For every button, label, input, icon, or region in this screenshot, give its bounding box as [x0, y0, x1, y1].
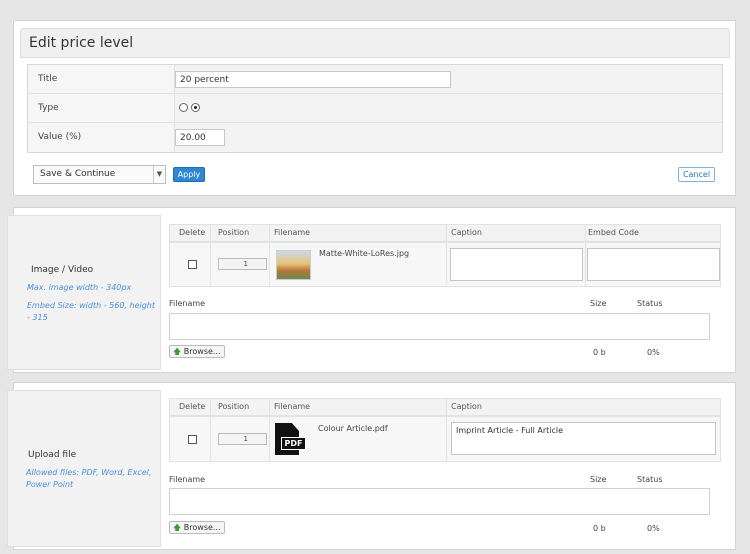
upload-size: 0 b	[593, 524, 606, 533]
image-filename: Matte-White-LoRes.jpg	[319, 249, 410, 258]
image-browse-button[interactable]: 🡅 Browse...	[169, 345, 225, 358]
divider	[269, 398, 270, 462]
title-value-cell: 20 percent	[174, 65, 722, 93]
price-level-form: Title 20 percent Type Value (%) 20.00	[27, 64, 723, 153]
title-label: Title	[38, 74, 58, 84]
upload-filename-header: Filename	[169, 299, 206, 308]
value-value-cell: 20.00	[174, 123, 722, 152]
panel-title: Edit price level	[20, 28, 730, 58]
save-action-select-value: Save & Continue	[40, 169, 116, 179]
divider	[446, 224, 447, 287]
divider	[269, 224, 270, 287]
value-row: Value (%) 20.00	[28, 123, 722, 152]
col-delete: Delete	[179, 228, 206, 237]
divider	[210, 398, 211, 462]
type-radio-group	[179, 103, 200, 112]
col-filename: Filename	[274, 402, 311, 411]
upload-table-header	[169, 398, 721, 416]
title-input[interactable]: 20 percent	[175, 71, 451, 88]
cancel-button[interactable]: Cancel	[678, 167, 715, 182]
upload-status-header: Status	[637, 475, 663, 484]
position-input[interactable]: 1	[218, 433, 267, 445]
embed-size-hint: Embed Size: width - 560, height - 315	[27, 301, 156, 322]
delete-checkbox[interactable]	[188, 260, 197, 269]
upload-caption-input[interactable]: Imprint Article - Full Article	[451, 422, 716, 455]
upload-status: 0%	[647, 348, 660, 357]
file-drop-zone[interactable]	[169, 488, 710, 515]
image-drop-zone[interactable]	[169, 313, 710, 340]
upload-file-title: Upload file	[28, 450, 77, 460]
file-browse-button[interactable]: 🡅 Browse...	[169, 521, 225, 534]
col-position: Position	[218, 402, 250, 411]
apply-button[interactable]: Apply	[173, 167, 205, 182]
col-position: Position	[218, 228, 250, 237]
upload-size: 0 b	[593, 348, 606, 357]
col-embed-code: Embed Code	[588, 228, 639, 237]
col-caption: Caption	[451, 228, 482, 237]
chevron-down-icon: ▼	[153, 166, 165, 183]
image-caption-input[interactable]	[450, 248, 583, 281]
type-label: Type	[38, 103, 59, 113]
radio-less[interactable]	[190, 103, 200, 112]
delete-checkbox[interactable]	[188, 435, 197, 444]
type-row: Type	[28, 94, 722, 123]
image-thumbnail	[276, 250, 311, 280]
divider	[210, 224, 211, 287]
image-video-title: Image / Video	[31, 265, 94, 275]
divider	[446, 398, 447, 462]
col-caption: Caption	[451, 402, 482, 411]
position-input[interactable]: 1	[218, 258, 267, 270]
upload-filename-header: Filename	[169, 475, 206, 484]
col-filename: Filename	[274, 228, 311, 237]
upload-arrow-icon: 🡅	[173, 347, 182, 356]
allowed-files-hint: Allowed files: PDF, Word, Excel, Power P…	[26, 468, 152, 489]
pdf-label: PDF	[281, 437, 306, 450]
type-value-cell	[174, 94, 722, 122]
embed-code-input[interactable]	[587, 248, 720, 281]
upload-size-header: Size	[590, 475, 607, 484]
upload-filename: Colour Article.pdf	[318, 424, 388, 433]
title-row: Title 20 percent	[28, 65, 722, 94]
value-input[interactable]: 20.00	[175, 129, 225, 146]
col-delete: Delete	[179, 402, 206, 411]
browse-label: Browse...	[183, 523, 221, 532]
divider	[585, 224, 586, 287]
upload-size-header: Size	[590, 299, 607, 308]
save-action-select[interactable]: Save & Continue ▼	[33, 165, 166, 184]
image-width-hint: Max. image width - 340px	[27, 283, 132, 292]
radio-more[interactable]	[179, 103, 188, 112]
pdf-file-icon: PDF	[275, 423, 306, 455]
browse-label: Browse...	[183, 347, 221, 356]
upload-arrow-icon: 🡅	[173, 523, 182, 532]
value-label: Value (%)	[38, 132, 82, 142]
upload-status: 0%	[647, 524, 660, 533]
upload-status-header: Status	[637, 299, 663, 308]
